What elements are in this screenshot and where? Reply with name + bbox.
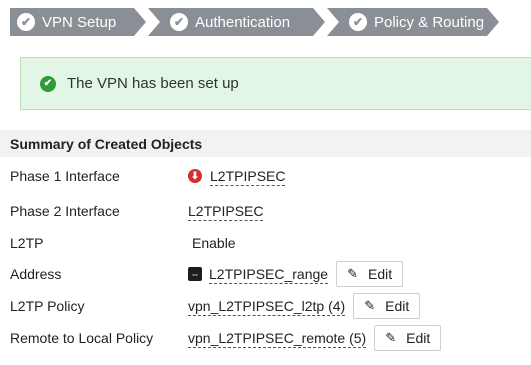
edit-address-button[interactable]: ✎ Edit bbox=[336, 261, 404, 287]
check-circle-icon: ✔ bbox=[170, 13, 188, 31]
wizard-step-vpn-setup[interactable]: ✔ VPN Setup bbox=[10, 8, 146, 36]
summary-row-l2tp-policy: L2TP Policy vpn_L2TPIPSEC_l2tp (4) ✎ Edi… bbox=[10, 293, 531, 319]
edit-label: Edit bbox=[406, 330, 431, 346]
wizard-step-authentication[interactable]: ✔ Authentication bbox=[148, 8, 325, 36]
l2tp-policy-link[interactable]: vpn_L2TPIPSEC_l2tp (4) bbox=[188, 297, 346, 316]
check-circle-icon: ✔ bbox=[17, 13, 35, 31]
summary-row-phase1: Phase 1 Interface ⬇ L2TPIPSEC bbox=[10, 163, 531, 189]
summary-row-l2tp: L2TP Enable bbox=[10, 230, 531, 256]
pencil-icon: ✎ bbox=[364, 298, 376, 313]
row-label: L2TP bbox=[10, 235, 44, 251]
row-label: L2TP Policy bbox=[10, 298, 85, 314]
row-label: Phase 2 Interface bbox=[10, 203, 120, 219]
summary-row-remote-policy: Remote to Local Policy vpn_L2TPIPSEC_rem… bbox=[10, 325, 531, 351]
row-label: Phase 1 Interface bbox=[10, 168, 120, 184]
summary-row-phase2: Phase 2 Interface L2TPIPSEC bbox=[10, 198, 531, 224]
address-link[interactable]: L2TPIPSEC_range bbox=[209, 265, 329, 284]
wizard-step-label: VPN Setup bbox=[42, 13, 117, 31]
edit-remote-policy-button[interactable]: ✎ Edit bbox=[374, 325, 442, 351]
summary-row-address: Address ⇔ L2TPIPSEC_range ✎ Edit bbox=[10, 261, 531, 287]
phase1-interface-link[interactable]: L2TPIPSEC bbox=[210, 167, 286, 186]
summary-header: Summary of Created Objects bbox=[0, 130, 531, 157]
pencil-icon: ✎ bbox=[385, 330, 397, 345]
edit-l2tp-policy-button[interactable]: ✎ Edit bbox=[353, 293, 421, 319]
pencil-icon: ✎ bbox=[347, 266, 358, 281]
success-banner: ✔ The VPN has been set up bbox=[20, 57, 531, 110]
edit-label: Edit bbox=[385, 298, 410, 314]
row-label: Address bbox=[10, 266, 62, 282]
wizard-step-policy-routing[interactable]: ✔ Policy & Routing bbox=[327, 8, 499, 36]
row-label: Remote to Local Policy bbox=[10, 330, 154, 346]
check-circle-icon: ✔ bbox=[349, 13, 367, 31]
edit-label: Edit bbox=[367, 266, 393, 282]
success-message: The VPN has been set up bbox=[67, 75, 239, 92]
summary-title: Summary of Created Objects bbox=[10, 135, 203, 152]
interface-down-icon: ⬇ bbox=[188, 169, 202, 183]
address-range-icon: ⇔ bbox=[188, 267, 202, 281]
l2tp-status: Enable bbox=[192, 235, 236, 251]
wizard-step-label: Policy & Routing bbox=[374, 13, 485, 31]
remote-policy-link[interactable]: vpn_L2TPIPSEC_remote (5) bbox=[188, 329, 367, 348]
phase2-interface-link[interactable]: L2TPIPSEC bbox=[188, 202, 264, 221]
wizard-step-label: Authentication bbox=[195, 13, 291, 31]
check-circle-icon: ✔ bbox=[40, 75, 56, 92]
wizard-steps: ✔ VPN Setup ✔ Authentication ✔ Policy & … bbox=[10, 8, 499, 36]
